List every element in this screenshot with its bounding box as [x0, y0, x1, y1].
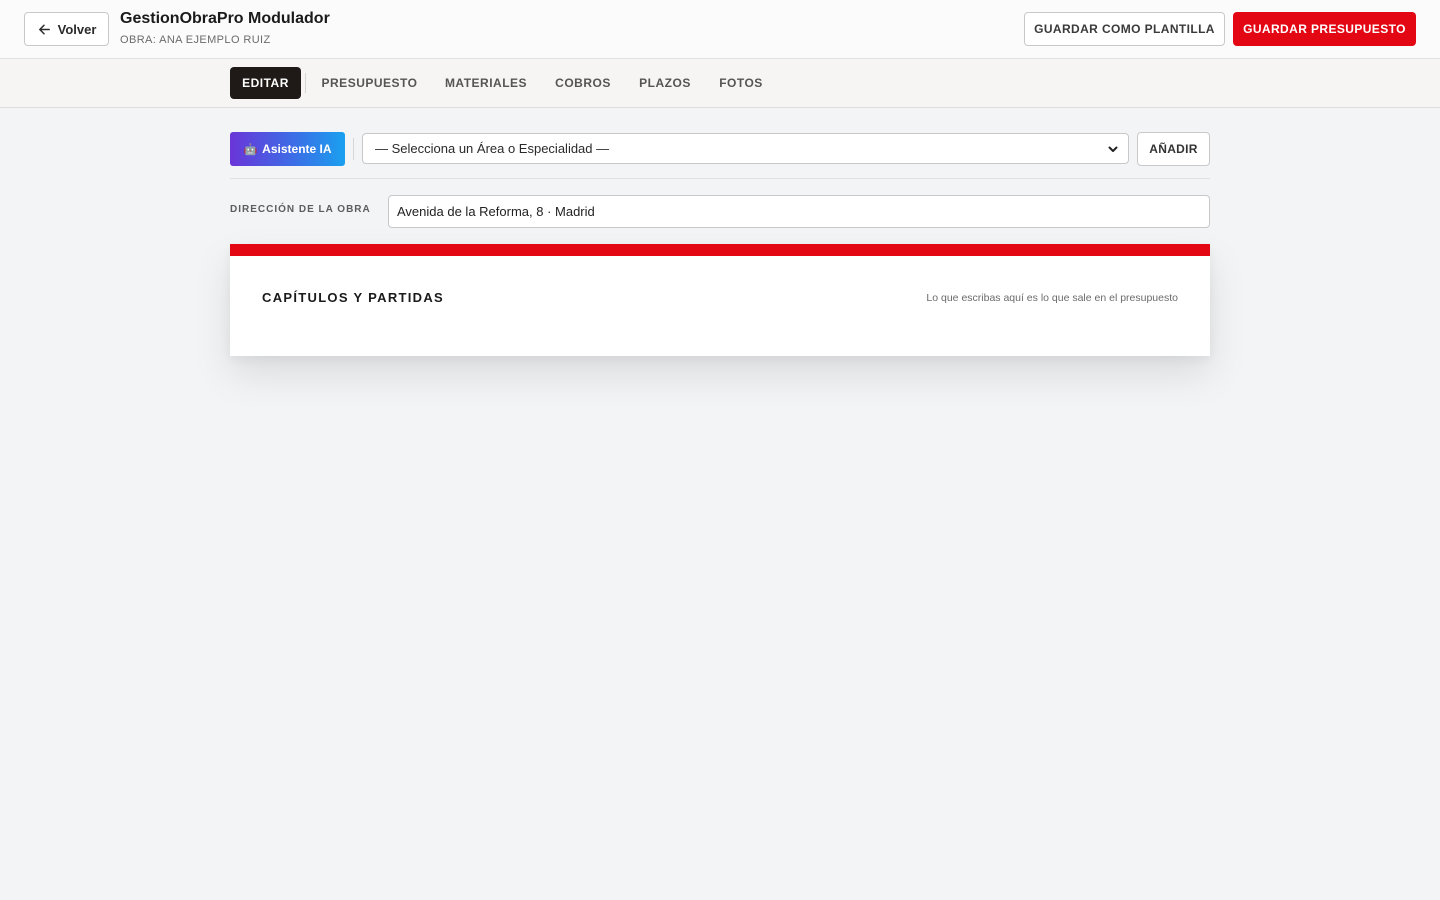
arrow-left-icon [38, 24, 50, 34]
tab-cobros[interactable]: COBROS [547, 67, 619, 99]
tab-editar[interactable]: EDITAR [230, 67, 301, 99]
tab-divider [305, 73, 306, 93]
tab-bar: EDITAR PRESUPUESTO MATERIALES COBROS PLA… [0, 59, 1440, 108]
tab-plazos[interactable]: PLAZOS [631, 67, 699, 99]
toolbar-divider [353, 138, 354, 160]
ai-assistant-label: Asistente IA [262, 142, 332, 156]
area-select[interactable]: — Selecciona un Área o Especialidad — [362, 133, 1129, 164]
tab-materiales[interactable]: MATERIALES [437, 67, 535, 99]
project-subtitle: OBRA: ANA EJEMPLO RUIZ [120, 34, 271, 46]
tab-presupuesto[interactable]: PRESUPUESTO [314, 67, 425, 99]
chapters-card: CAPÍTULOS Y PARTIDAS Lo que escribas aqu… [230, 244, 1210, 356]
tab-fotos[interactable]: FOTOS [711, 67, 771, 99]
top-bar: Volver GestionObraPro Modulador OBRA: AN… [0, 0, 1440, 59]
ai-assistant-button[interactable]: 🤖 Asistente IA [230, 132, 345, 166]
chapters-hint: Lo que escribas aquí es lo que sale en e… [926, 292, 1178, 304]
back-button-label: Volver [57, 21, 97, 37]
app-title: GestionObraPro Modulador [120, 10, 330, 27]
area-select-value: — Selecciona un Área o Especialidad — [375, 141, 610, 156]
chevron-down-icon [1108, 146, 1118, 152]
address-input[interactable] [388, 195, 1210, 228]
add-button[interactable]: AÑADIR [1137, 132, 1210, 166]
chapters-title: CAPÍTULOS Y PARTIDAS [262, 290, 445, 305]
back-button[interactable]: Volver [24, 12, 109, 46]
save-as-template-button[interactable]: GUARDAR COMO PLANTILLA [1024, 12, 1225, 46]
address-label: DIRECCIÓN DE LA OBRA [230, 204, 371, 215]
card-accent-bar [230, 244, 1210, 256]
section-divider [230, 178, 1210, 179]
robot-icon: 🤖 [243, 143, 258, 156]
save-budget-button[interactable]: GUARDAR PRESUPUESTO [1233, 12, 1416, 46]
